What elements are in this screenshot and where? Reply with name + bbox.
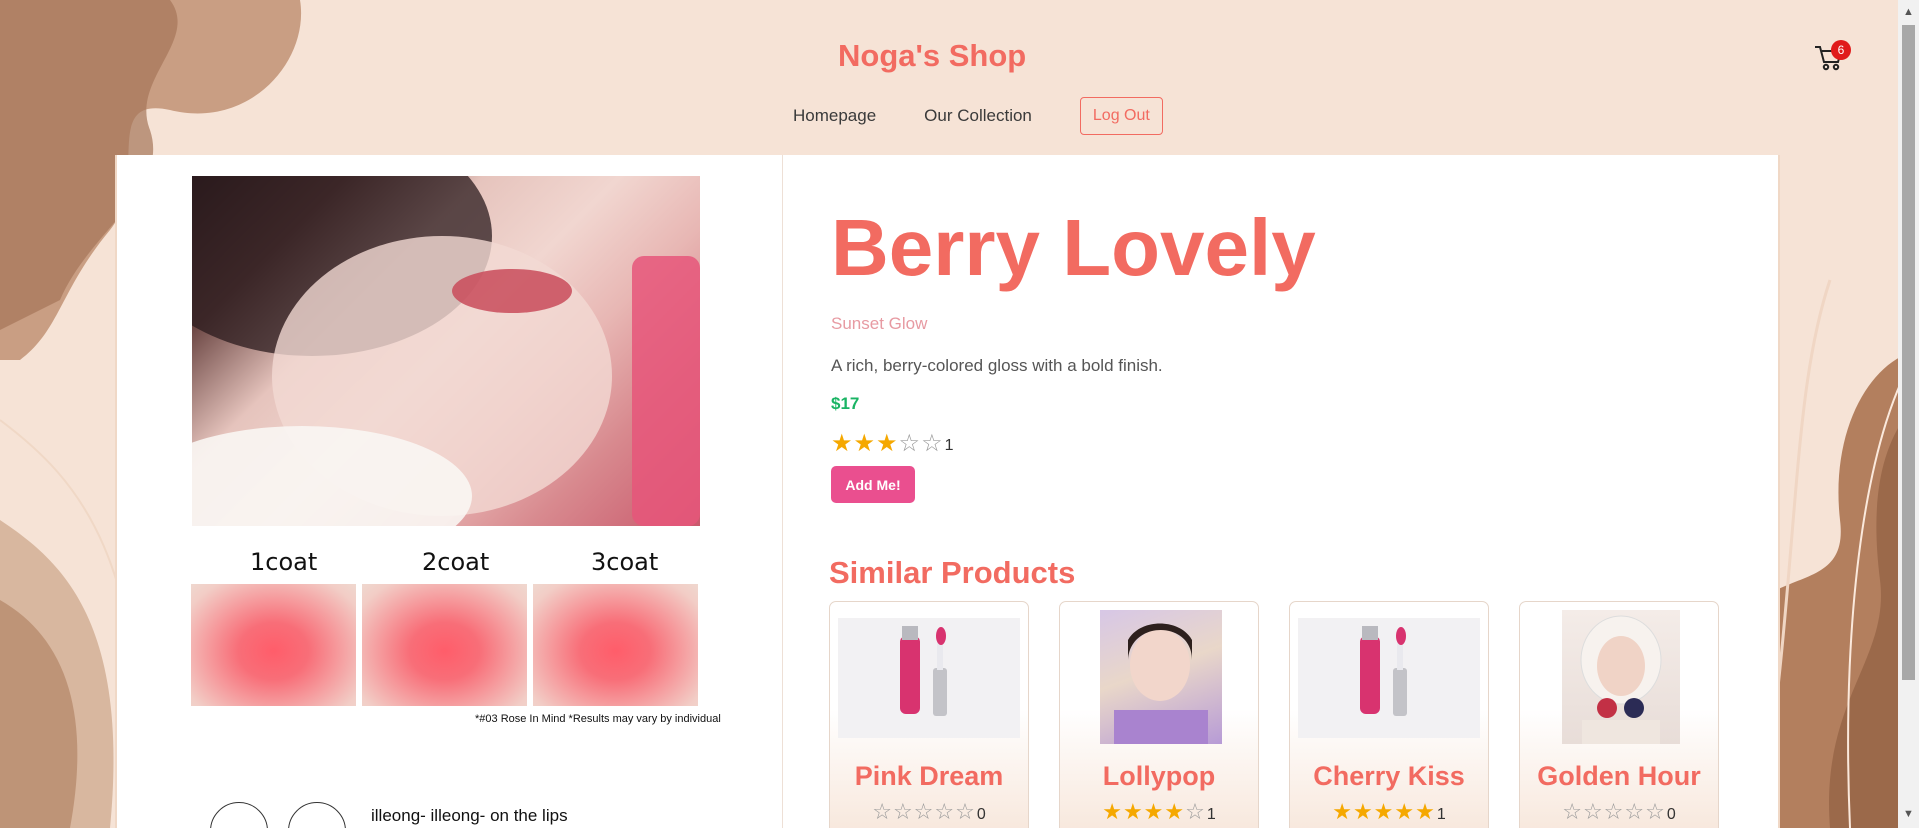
flower-icon [210, 802, 268, 828]
star-filled-icon[interactable]: ★ [1415, 802, 1435, 824]
rating-count: 0 [976, 806, 986, 823]
star-empty-icon[interactable]: ☆ [921, 431, 943, 455]
rating-count: 1 [1436, 806, 1446, 823]
shop-title[interactable]: Noga's Shop [838, 38, 1026, 74]
rating-count: 1 [944, 437, 954, 454]
rating-count: 0 [1666, 806, 1676, 823]
star-filled-icon[interactable]: ★ [854, 431, 876, 455]
similar-product-rating: ★ ★ ★ ★ ★ 1 [1290, 802, 1488, 824]
star-filled-icon[interactable]: ★ [1123, 802, 1143, 824]
star-empty-icon[interactable]: ☆ [1624, 802, 1644, 824]
star-filled-icon[interactable]: ★ [1332, 802, 1352, 824]
leaf-icon [288, 802, 346, 828]
similar-product-card[interactable]: Lollypop ★ ★ ★ ★ ☆ 1 [1059, 601, 1259, 828]
similar-product-rating: ☆ ☆ ☆ ☆ ☆ 0 [1520, 802, 1718, 824]
star-filled-icon[interactable]: ★ [1394, 802, 1414, 824]
product-thumbnail [838, 618, 1020, 738]
similar-product-card[interactable]: Pink Dream ☆ ☆ ☆ ☆ ☆ 0 [829, 601, 1029, 828]
star-empty-icon[interactable]: ☆ [955, 802, 975, 824]
lip-swatch-3coat [533, 584, 698, 706]
feature-text: illeong- illeong- on the lips [371, 806, 568, 825]
star-empty-icon[interactable]: ☆ [872, 802, 892, 824]
star-empty-icon[interactable]: ☆ [893, 802, 913, 824]
nav-homepage[interactable]: Homepage [793, 106, 876, 126]
site-header: Noga's Shop Homepage Our Collection Log … [0, 0, 1898, 155]
star-empty-icon[interactable]: ☆ [1583, 802, 1603, 824]
product-description: A rich, berry-colored gloss with a bold … [831, 356, 1163, 375]
coat-label-2: 2coat [422, 548, 490, 576]
scroll-up-arrow-icon[interactable]: ▲ [1903, 6, 1914, 18]
star-filled-icon[interactable]: ★ [1353, 802, 1373, 824]
star-filled-icon[interactable]: ★ [876, 431, 898, 455]
star-empty-icon[interactable]: ☆ [1604, 802, 1624, 824]
lip-swatch-2coat [362, 584, 527, 706]
page-scrollbar[interactable]: ▲ ▼ [1898, 0, 1919, 828]
product-thumbnail [1298, 618, 1480, 738]
nav-our-collection[interactable]: Our Collection [924, 106, 1032, 126]
product-hero-image [192, 176, 700, 526]
similar-product-card[interactable]: Golden Hour ☆ ☆ ☆ ☆ ☆ 0 [1519, 601, 1719, 828]
logout-button[interactable]: Log Out [1079, 97, 1163, 135]
similar-product-name: Golden Hour [1537, 761, 1701, 791]
star-filled-icon[interactable]: ★ [831, 431, 853, 455]
star-empty-icon[interactable]: ☆ [899, 431, 921, 455]
similar-product-name: Pink Dream [854, 761, 1004, 791]
product-thumbnail [1100, 610, 1222, 744]
scrollbar-thumb[interactable] [1902, 25, 1915, 680]
cart-button[interactable]: 6 [1813, 40, 1851, 74]
star-empty-icon[interactable]: ☆ [934, 802, 954, 824]
similar-product-rating: ★ ★ ★ ★ ☆ 1 [1060, 802, 1258, 824]
rating-count: 1 [1206, 806, 1216, 823]
scroll-down-arrow-icon[interactable]: ▼ [1903, 808, 1914, 820]
add-to-cart-button[interactable]: Add Me! [831, 466, 915, 503]
similar-product-name: Cherry Kiss [1313, 761, 1465, 791]
column-divider [782, 155, 783, 828]
star-empty-icon[interactable]: ☆ [914, 802, 934, 824]
star-empty-icon[interactable]: ☆ [1185, 802, 1205, 824]
star-filled-icon[interactable]: ★ [1144, 802, 1164, 824]
swatch-note: *#03 Rose In Mind *Results may vary by i… [475, 713, 721, 725]
similar-products-title: Similar Products [829, 555, 1076, 590]
cart-count-badge: 6 [1831, 40, 1851, 60]
star-empty-icon[interactable]: ☆ [1645, 802, 1665, 824]
similar-product-card[interactable]: Cherry Kiss ★ ★ ★ ★ ★ 1 [1289, 601, 1489, 828]
product-rating[interactable]: ★ ★ ★ ☆ ☆ 1 [831, 431, 953, 455]
main-nav: Homepage Our Collection Log Out [793, 97, 1163, 135]
similar-product-name: Lollypop [1102, 761, 1216, 791]
star-empty-icon[interactable]: ☆ [1562, 802, 1582, 824]
feature-icons [210, 802, 346, 828]
product-title: Berry Lovely [831, 203, 1316, 292]
star-filled-icon[interactable]: ★ [1374, 802, 1394, 824]
star-filled-icon[interactable]: ★ [1164, 802, 1184, 824]
star-filled-icon[interactable]: ★ [1102, 802, 1122, 824]
coat-label-3: 3coat [591, 548, 659, 576]
lip-swatch-1coat [191, 584, 356, 706]
product-subtitle: Sunset Glow [831, 314, 928, 333]
product-price: $17 [831, 394, 860, 413]
similar-product-rating: ☆ ☆ ☆ ☆ ☆ 0 [830, 802, 1028, 824]
product-thumbnail [1562, 610, 1680, 744]
coat-label-1: 1coat [250, 548, 318, 576]
